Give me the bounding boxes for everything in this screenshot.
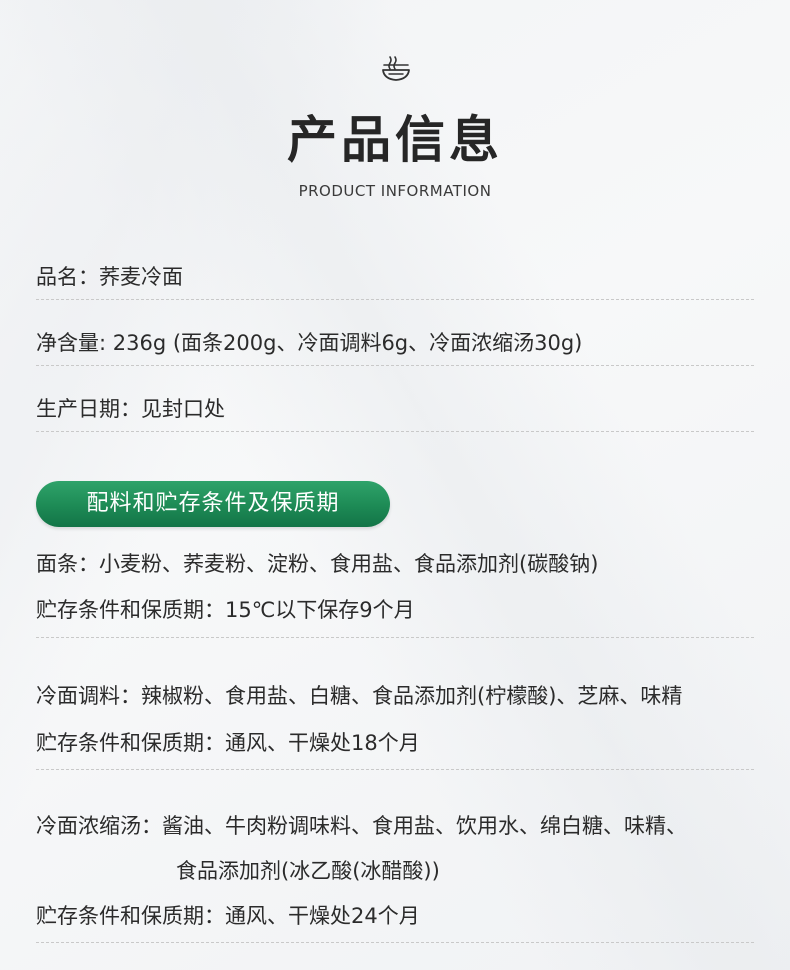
soup-ingredients: 冷面浓缩汤：酱油、牛肉粉调味料、食用盐、饮用水、绵白糖、味精、 [36, 814, 687, 838]
divider [36, 637, 754, 638]
product-name: 品名：荞麦冷面 [36, 265, 183, 289]
divider [36, 942, 754, 943]
page-title: 产品信息 [287, 111, 503, 169]
seasoning-ingredients: 冷面调料：辣椒粉、食用盐、白糖、食品添加剂(柠檬酸)、芝麻、味精 [36, 684, 683, 708]
section-badge: 配料和贮存条件及保质期 [36, 481, 390, 527]
soup-ingredients-continued: 食品添加剂(冰乙酸(冰醋酸)) [176, 859, 440, 883]
soup-storage: 贮存条件和保质期：通风、干燥处24个月 [36, 904, 420, 928]
noodle-bowl-icon [382, 56, 410, 81]
seasoning-storage: 贮存条件和保质期：通风、干燥处18个月 [36, 731, 420, 755]
noodles-storage: 贮存条件和保质期：15℃以下保存9个月 [36, 598, 415, 622]
divider [36, 431, 754, 432]
noodles-ingredients: 面条：小麦粉、荞麦粉、淀粉、食用盐、食品添加剂(碳酸钠) [36, 552, 599, 576]
production-date: 生产日期：见封口处 [36, 397, 225, 421]
divider [36, 365, 754, 366]
net-content: 净含量: 236g (面条200g、冷面调料6g、冷面浓缩汤30g) [36, 331, 583, 355]
header: 产品信息 PRODUCT INFORMATION [0, 0, 790, 210]
divider [36, 769, 754, 770]
page-subtitle: PRODUCT INFORMATION [298, 182, 492, 200]
divider [36, 299, 754, 300]
